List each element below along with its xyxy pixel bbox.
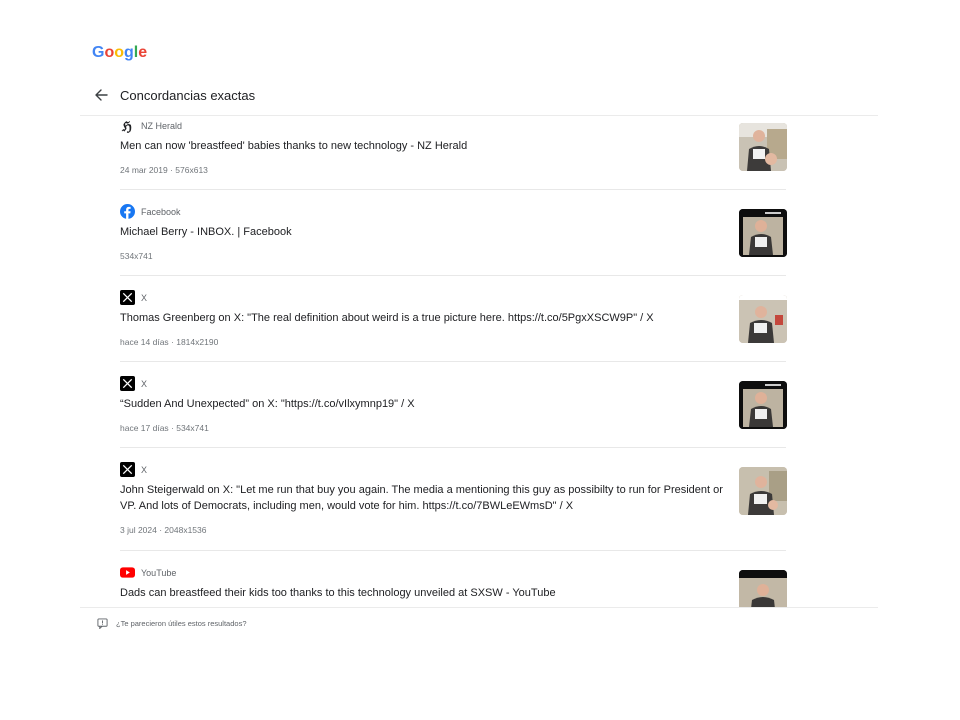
result-meta: 3 jul 2024 · 2048x1536 [120,525,207,535]
x-icon [120,290,135,305]
result-title[interactable]: “Sudden And Unexpected” on X: "https://t… [120,396,730,412]
feedback-label: ¿Te parecieron útiles estos resultados? [116,619,247,628]
youtube-icon [120,565,135,580]
result-source: ℌ NZ Herald [120,118,183,133]
source-name: YouTube [141,567,177,578]
source-name: Facebook [141,206,181,217]
arrow-left-icon [95,89,108,101]
result-source: X [120,462,147,477]
result-item[interactable]: Facebook Michael Berry - INBOX. | Facebo… [120,190,787,276]
result-thumbnail[interactable] [739,570,787,607]
result-source: Facebook [120,204,181,219]
google-logo[interactable]: Google [92,44,147,62]
source-name: X [141,378,148,389]
result-thumbnail[interactable] [739,123,787,171]
result-meta: hace 14 días · 1814x2190 [120,337,219,347]
page: Google Concordancias exactas ℌ NZ Herald… [0,0,960,720]
feedback-link[interactable]: ¿Te parecieron útiles estos resultados? [97,618,247,629]
x-icon [120,376,135,391]
result-thumbnail[interactable] [739,381,787,429]
x-icon [120,462,135,477]
result-title[interactable]: Dads can breastfeed their kids too thank… [120,585,730,601]
facebook-icon [120,204,135,219]
nz-herald-icon: ℌ [120,118,135,133]
result-item[interactable]: X Thomas Greenberg on X: "The real defin… [120,276,787,362]
result-item[interactable]: YouTube Dads can breastfeed their kids t… [120,551,787,607]
result-title[interactable]: Men can now 'breastfeed' babies thanks t… [120,138,730,154]
result-thumbnail[interactable] [739,209,787,257]
results-list: ℌ NZ Herald Men can now 'breastfeed' bab… [80,116,878,607]
result-source: X [120,290,147,305]
result-thumbnail[interactable] [739,467,787,515]
source-name: NZ Herald [141,120,183,131]
result-title[interactable]: Thomas Greenberg on X: "The real definit… [120,310,760,326]
logo-letter: o [114,44,125,61]
logo-letter: G [92,44,105,61]
result-item[interactable]: X “Sudden And Unexpected” on X: "https:/… [120,362,787,448]
source-name: X [141,464,148,475]
feedback-icon [97,618,108,629]
result-source: X [120,376,147,391]
svg-text:ℌ: ℌ [121,120,132,133]
result-title[interactable]: Michael Berry - INBOX. | Facebook [120,224,730,240]
result-item[interactable]: X John Steigerwald on X: "Let me run tha… [120,448,787,551]
result-item[interactable]: ℌ NZ Herald Men can now 'breastfeed' bab… [120,116,787,190]
divider [80,607,878,608]
source-name: X [141,292,148,303]
logo-letter: o [104,44,115,61]
header: Concordancias exactas [92,86,255,104]
back-button[interactable] [92,86,110,104]
result-meta: 534x741 [120,251,153,261]
page-title: Concordancias exactas [120,87,256,103]
logo-letter: e [138,44,148,61]
result-source: YouTube [120,565,176,580]
result-title[interactable]: John Steigerwald on X: "Let me run that … [120,482,728,514]
result-meta: hace 17 días · 534x741 [120,423,209,433]
result-meta: 24 mar 2019 · 576x613 [120,165,208,175]
logo-letter: g [124,44,134,61]
result-thumbnail[interactable] [739,295,787,343]
